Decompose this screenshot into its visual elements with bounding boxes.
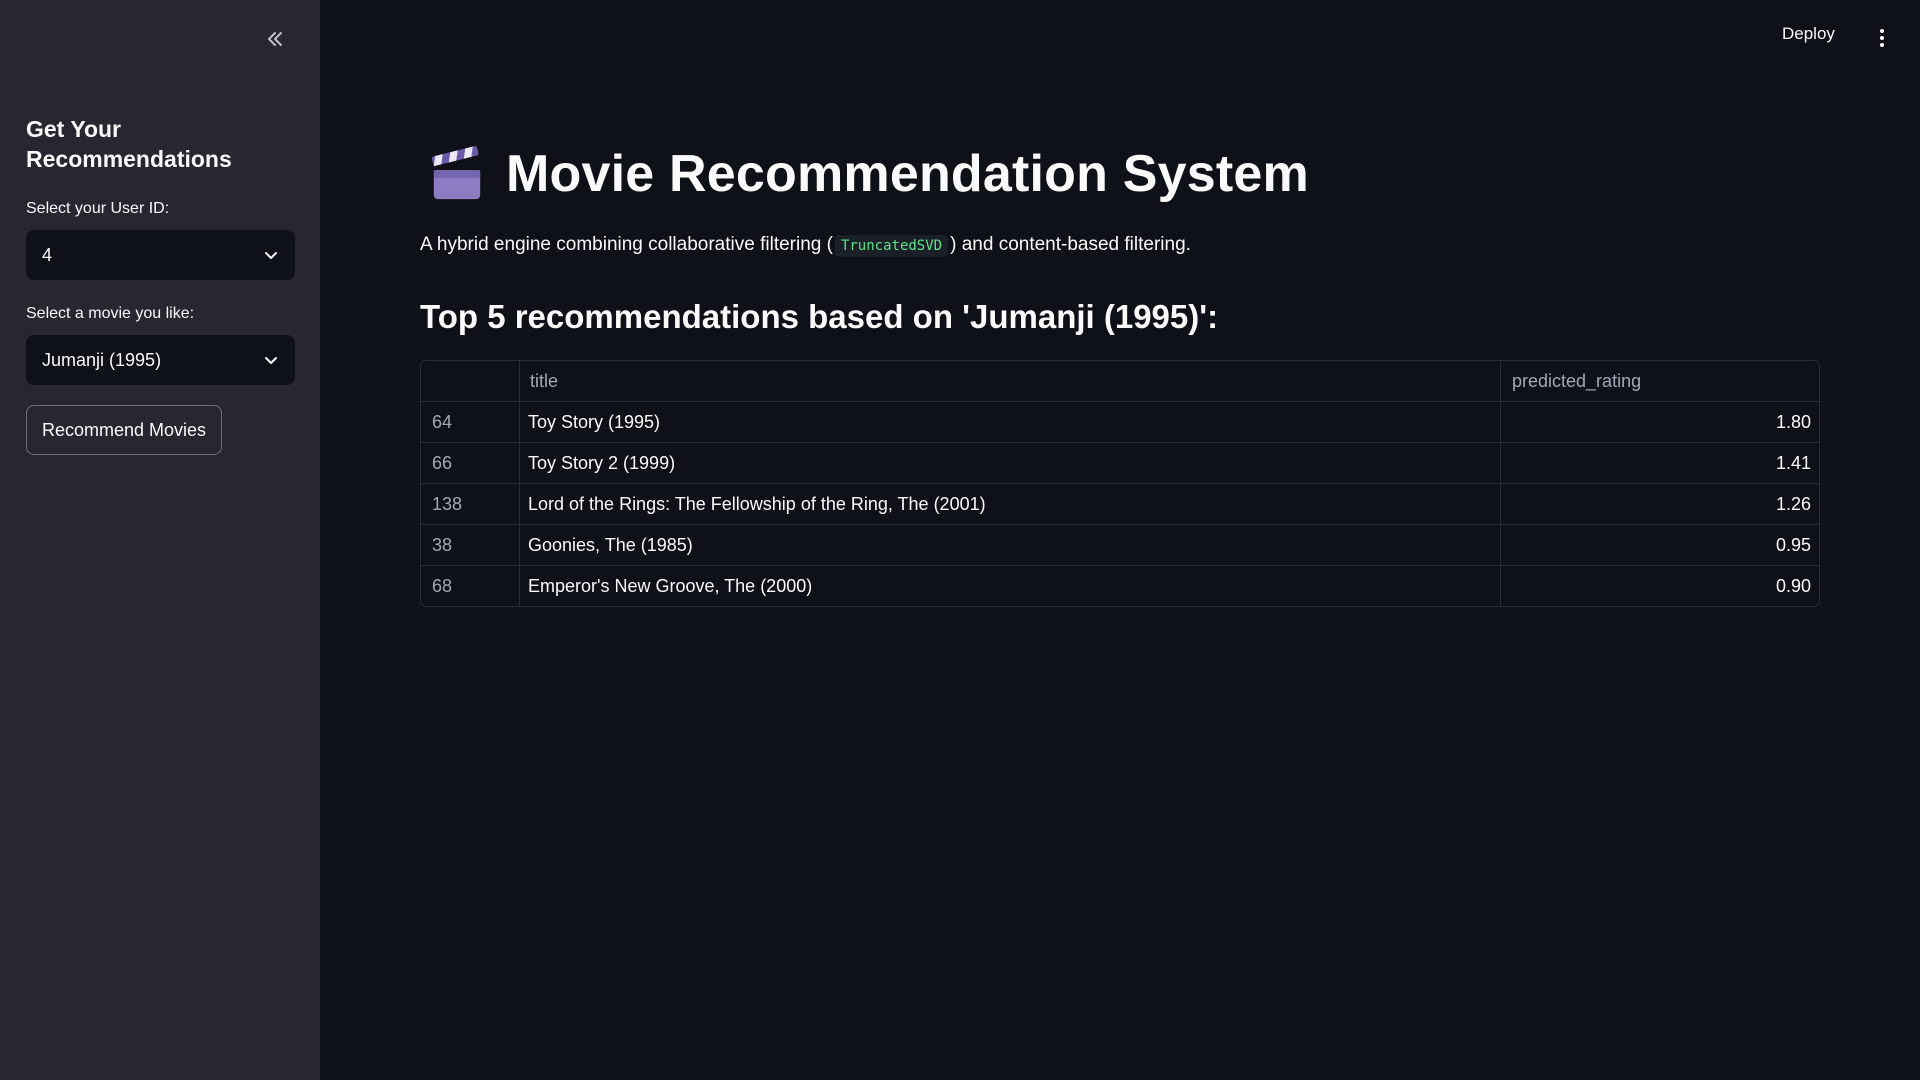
app: Get Your Recommendations Select your Use… [0,0,1920,1080]
table-row[interactable]: 66 Toy Story 2 (1999) 1.41 [421,442,1819,483]
row-index: 64 [421,402,520,442]
sidebar-title: Get Your Recommendations [26,116,232,172]
section-heading: Top 5 recommendations based on 'Jumanji … [420,298,1219,335]
chevron-down-icon [265,252,277,259]
table-row[interactable]: 138 Lord of the Rings: The Fellowship of… [421,483,1819,524]
table-row[interactable]: 38 Goonies, The (1985) 0.95 [421,524,1819,565]
double-chevron-left-icon [268,32,282,46]
clapper-board-icon [431,146,481,200]
row-title: Toy Story 2 (1999) [520,443,1501,483]
row-rating: 1.80 [1775,411,1811,432]
row-index: 68 [421,566,520,606]
recommendations-table[interactable]: title predicted_rating 64 Toy Story (199… [420,360,1820,607]
user-id-select[interactable]: 4 [26,230,295,280]
column-header-index[interactable] [421,361,520,401]
movie-value: Jumanji (1995) [42,349,162,370]
page-title: Movie Recommendation System [506,145,1309,203]
row-index: 66 [421,443,520,483]
vertical-dots-icon [1880,29,1884,47]
row-index: 138 [421,484,520,524]
table-header-row: title predicted_rating [421,361,1819,401]
row-title: Goonies, The (1985) [520,525,1501,565]
row-title: Toy Story (1995) [520,402,1501,442]
subtitle: A hybrid engine combining collaborative … [420,234,1191,257]
code-snippet: TruncatedSVD [834,235,949,257]
movie-label: Select a movie you like: [26,305,195,322]
column-header-predicted-rating[interactable]: predicted_rating [1501,361,1819,401]
deploy-button[interactable]: Deploy [1782,24,1835,44]
column-header-title[interactable]: title [520,361,1501,401]
main-menu-button[interactable] [1872,24,1892,52]
row-index: 38 [421,525,520,565]
user-id-value: 4 [42,244,53,265]
row-title: Emperor's New Groove, The (2000) [520,566,1501,606]
title-row: Movie Recommendation System [428,144,1309,204]
row-title: Lord of the Rings: The Fellowship of the… [520,484,1501,524]
sidebar: Get Your Recommendations Select your Use… [0,0,320,1080]
recommend-movies-button[interactable]: Recommend Movies [26,405,223,455]
subtitle-text-after: ) and content-based filtering. [950,234,1191,255]
user-id-label: Select your User ID: [26,200,170,217]
table-row[interactable]: 68 Emperor's New Groove, The (2000) 0.90 [421,565,1819,606]
row-rating: 1.41 [1775,452,1811,473]
subtitle-text-before: A hybrid engine combining collaborative … [420,234,833,255]
movie-select[interactable]: Jumanji (1995) [26,335,295,385]
row-rating: 0.95 [1775,534,1811,555]
chevron-down-icon [265,357,277,364]
collapse-sidebar-button[interactable] [258,22,292,56]
table-row[interactable]: 64 Toy Story (1995) 1.80 [421,401,1819,442]
row-rating: 1.26 [1775,493,1811,514]
row-rating: 0.90 [1775,575,1811,596]
